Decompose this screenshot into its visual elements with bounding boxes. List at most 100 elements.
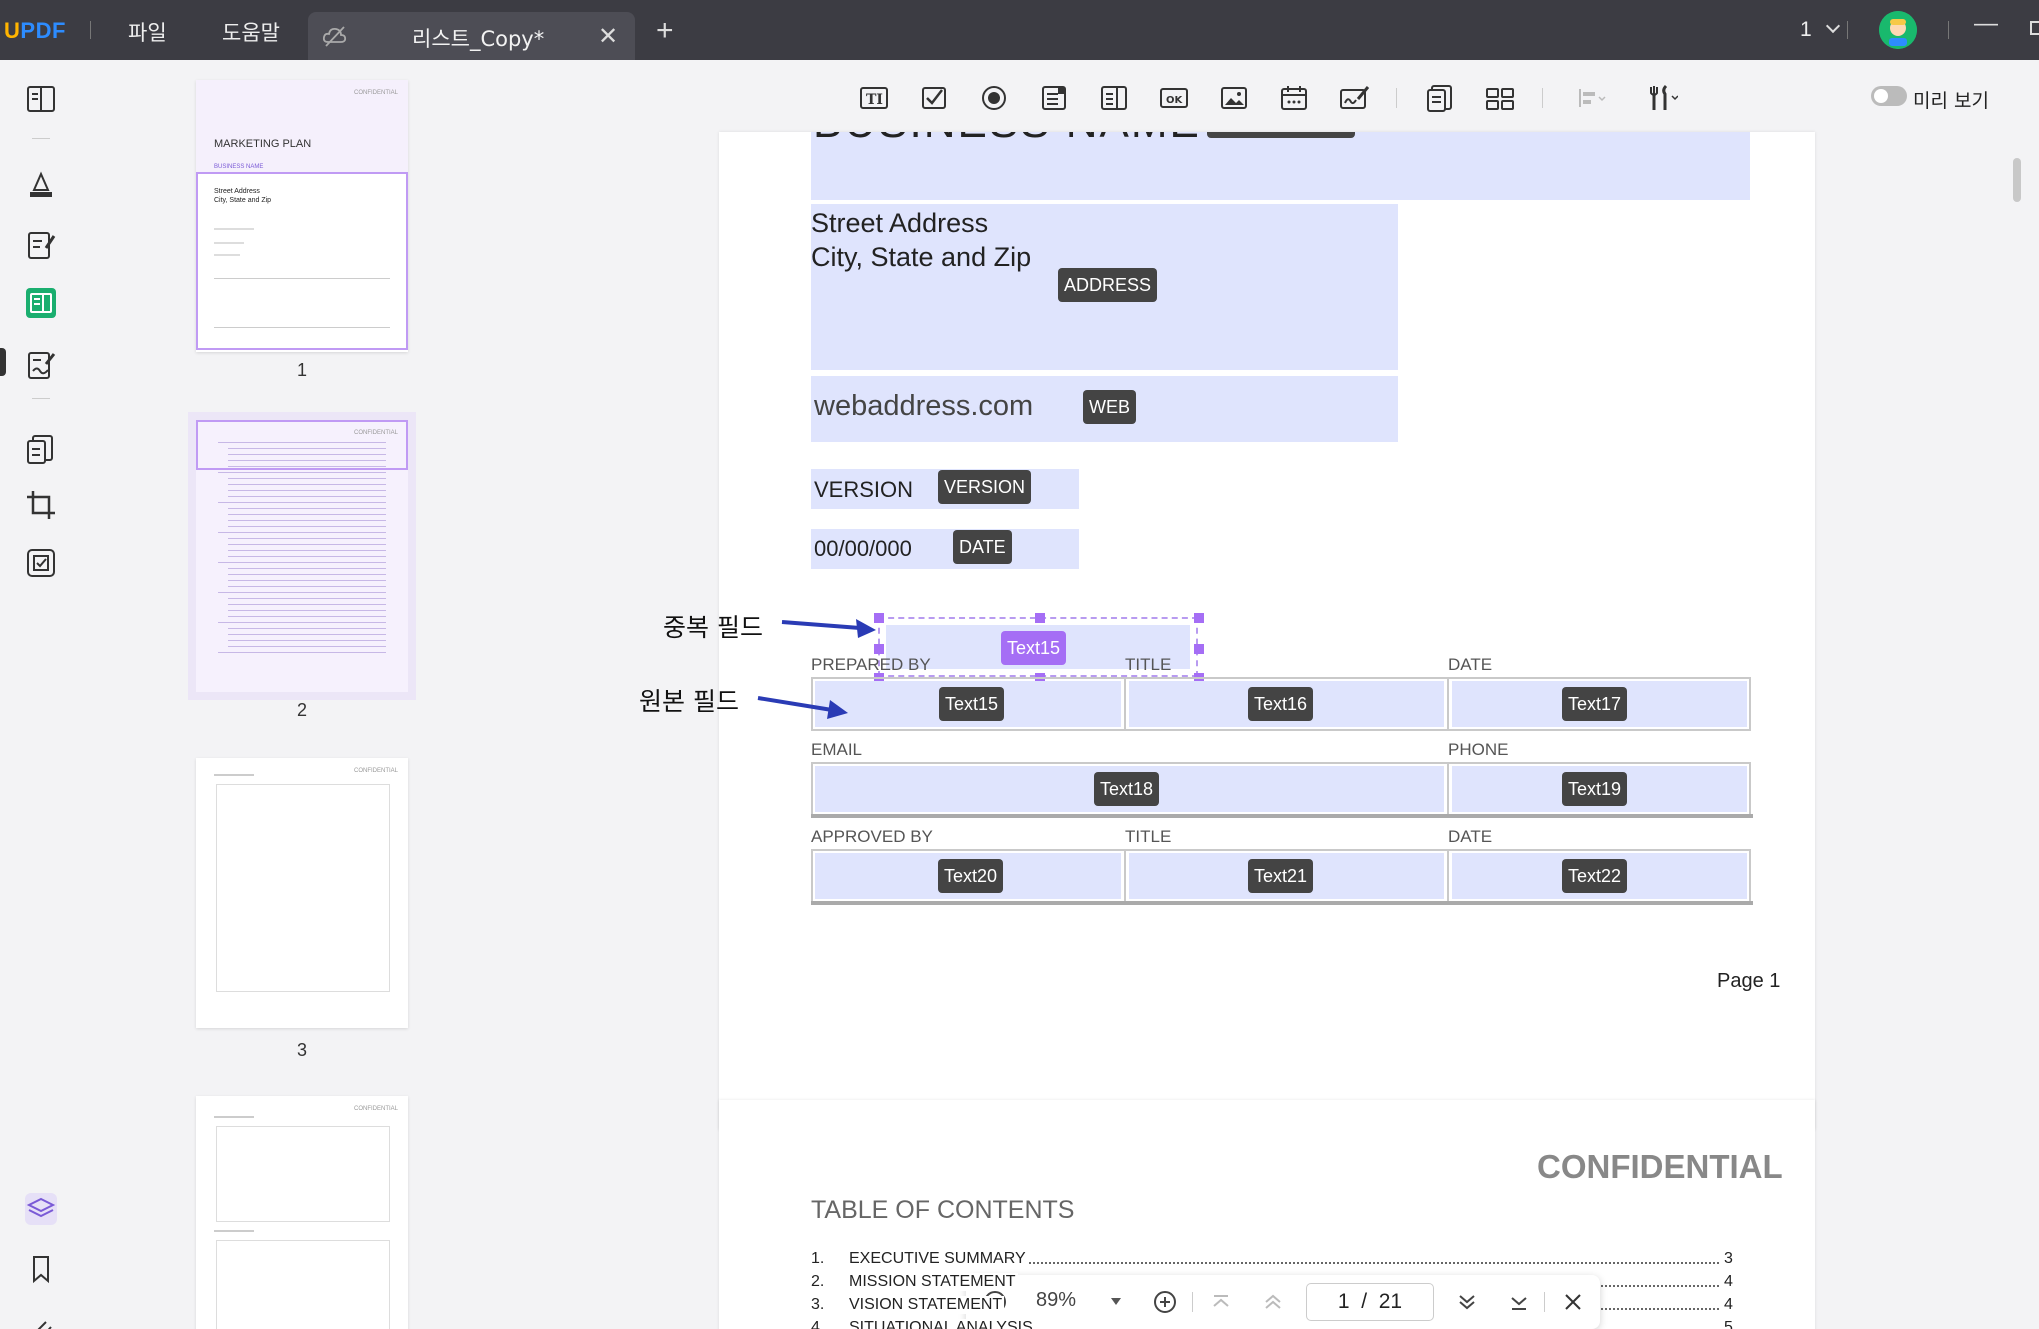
thumb-city: City, State and Zip xyxy=(214,197,272,204)
document-tab[interactable]: 리스트_Copy* ✕ xyxy=(308,12,635,60)
attachment-icon[interactable] xyxy=(24,1312,58,1329)
button-icon[interactable]: OK xyxy=(1158,82,1190,114)
layers-icon[interactable] xyxy=(24,1192,58,1226)
date-text: 00/00/000 xyxy=(814,536,912,561)
thumb-toc-line xyxy=(218,592,386,593)
duplicate-field-tag[interactable]: Text15 xyxy=(1001,631,1067,665)
svg-text:OK: OK xyxy=(1166,95,1184,106)
close-icon[interactable] xyxy=(1562,1291,1584,1313)
toc-item-label[interactable]: EXECUTIVE SUMMARY xyxy=(849,1250,1028,1268)
page-selector[interactable]: 1 xyxy=(1800,18,1840,42)
form-recognize-icon[interactable] xyxy=(1424,82,1456,114)
active-indicator xyxy=(0,348,6,376)
text16-tag[interactable]: Text16 xyxy=(1248,687,1314,721)
crop-icon[interactable] xyxy=(24,488,58,522)
last-page-icon[interactable] xyxy=(1508,1291,1530,1313)
organize-pages-icon[interactable] xyxy=(24,432,58,466)
page-navigation-bar: 89% 1 / 21 xyxy=(966,1275,1600,1329)
previous-page-icon[interactable] xyxy=(1262,1291,1284,1313)
resize-handle[interactable] xyxy=(1194,613,1204,623)
web-field-tag[interactable]: WEB xyxy=(1083,390,1137,424)
thumb-box xyxy=(216,1240,390,1329)
business-name-field[interactable]: BUSINESS NAME xyxy=(811,132,1750,200)
text20-tag[interactable]: Text20 xyxy=(938,859,1004,893)
thumb-toc-line xyxy=(228,646,386,647)
radio-button-icon[interactable] xyxy=(978,82,1010,114)
svg-text:TI: TI xyxy=(866,92,883,108)
prepare-form-icon[interactable] xyxy=(24,286,58,320)
next-page-icon[interactable] xyxy=(1456,1291,1478,1313)
thumb-toc-line xyxy=(228,484,386,485)
date-field-tag[interactable]: DATE xyxy=(953,530,1012,564)
menu-help[interactable]: 도움말 xyxy=(222,17,280,47)
menu-file[interactable]: 파일 xyxy=(128,17,167,47)
thumb-confidential: CONFIDENTIAL xyxy=(353,768,398,774)
checkbox-icon[interactable] xyxy=(918,82,950,114)
title-label: TITLE xyxy=(1125,827,1172,846)
list-box-icon[interactable] xyxy=(1038,82,1070,114)
minimize-button[interactable]: — xyxy=(1974,10,1998,38)
resize-handle[interactable] xyxy=(1035,613,1045,623)
text21-tag[interactable]: Text21 xyxy=(1248,859,1314,893)
address-line2: City, State and Zip xyxy=(811,242,1032,272)
text22-tag[interactable]: Text22 xyxy=(1562,859,1628,893)
preview-toggle[interactable] xyxy=(1871,86,1907,106)
tools-icon[interactable] xyxy=(1646,82,1679,114)
page-thumbnail-4[interactable]: CONFIDENTIAL xyxy=(196,1096,408,1329)
page-thumbnail-1[interactable]: CONFIDENTIAL MARKETING PLAN BUSINESS NAM… xyxy=(196,80,408,352)
page-thumbnail-2[interactable]: CONFIDENTIAL xyxy=(188,412,416,700)
reader-icon[interactable] xyxy=(24,82,58,116)
tab-close-icon[interactable]: ✕ xyxy=(598,22,618,51)
page-number-input[interactable]: 1 / 21 xyxy=(1306,1283,1434,1321)
thumb-line xyxy=(214,1116,254,1118)
version-field-tag[interactable]: VERSION xyxy=(938,470,1032,504)
email-label: EMAIL xyxy=(811,740,863,759)
resize-handle[interactable] xyxy=(1194,644,1204,654)
updf-logo[interactable]: UPDF xyxy=(4,18,66,44)
page-thumbnail-3[interactable]: CONFIDENTIAL xyxy=(196,758,408,1028)
text19-tag[interactable]: Text19 xyxy=(1562,772,1628,806)
first-page-icon[interactable] xyxy=(1210,1291,1232,1313)
cell-divider xyxy=(1447,677,1449,731)
zoom-level[interactable]: 89% xyxy=(1036,1289,1076,1312)
date-field-icon[interactable] xyxy=(1278,82,1310,114)
text-field-icon[interactable]: TI xyxy=(858,82,890,114)
cell-divider xyxy=(1447,849,1449,903)
toc-item-page: 3 xyxy=(1724,1250,1733,1267)
toc-item-label[interactable]: MISSION STATEMENT xyxy=(849,1273,1018,1291)
multi-select-grid-icon[interactable] xyxy=(1484,82,1516,114)
vertical-scrollbar[interactable] xyxy=(2013,158,2021,202)
ocr-convert-icon[interactable] xyxy=(24,546,58,580)
image-field-icon[interactable] xyxy=(1218,82,1250,114)
caret-down-icon[interactable] xyxy=(1110,1297,1122,1307)
tab-title: 리스트_Copy* xyxy=(412,27,545,51)
thumb-confidential: CONFIDENTIAL xyxy=(353,90,398,96)
dropdown-icon[interactable] xyxy=(1098,82,1130,114)
maximize-button[interactable] xyxy=(2030,21,2039,35)
align-icon[interactable] xyxy=(1574,82,1606,114)
text18-tag[interactable]: Text18 xyxy=(1094,772,1160,806)
thumb-toc-line xyxy=(228,448,386,449)
text15-tag[interactable]: Text15 xyxy=(939,687,1005,721)
thumb-confidential: CONFIDENTIAL xyxy=(353,430,398,436)
zoom-in-icon[interactable] xyxy=(1152,1289,1178,1315)
thumbnail-panel: CONFIDENTIAL MARKETING PLAN BUSINESS NAM… xyxy=(84,60,534,1329)
toc-item-number: 2. xyxy=(811,1273,825,1290)
toc-item-label[interactable]: SITUATIONAL ANALYSIS xyxy=(849,1319,1035,1329)
thumb-toc-line xyxy=(228,616,386,617)
fill-sign-icon[interactable] xyxy=(24,348,58,382)
bookmark-icon[interactable] xyxy=(24,1252,58,1286)
row-bottom-border xyxy=(811,901,1753,905)
user-avatar[interactable] xyxy=(1879,11,1917,49)
address-field-tag[interactable]: ADDRESS xyxy=(1058,268,1158,302)
toc-item-label[interactable]: VISION STATEMENT xyxy=(849,1296,1005,1314)
resize-handle[interactable] xyxy=(874,613,884,623)
signature-field-icon[interactable] xyxy=(1338,82,1370,114)
edit-pdf-icon[interactable] xyxy=(24,228,58,262)
new-tab-button[interactable]: + xyxy=(656,14,674,48)
comment-highlighter-icon[interactable] xyxy=(24,168,58,202)
resize-handle[interactable] xyxy=(874,644,884,654)
divider xyxy=(1847,21,1848,39)
text17-tag[interactable]: Text17 xyxy=(1562,687,1628,721)
thumb-toc-line xyxy=(228,478,386,479)
